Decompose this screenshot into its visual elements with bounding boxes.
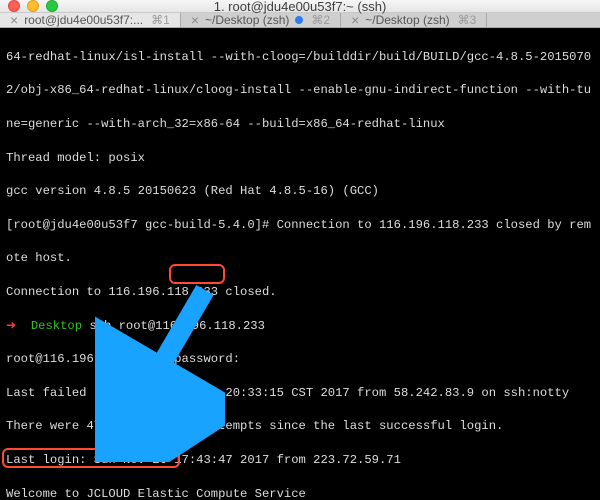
tab-label: ~/Desktop (zsh) <box>365 13 449 27</box>
prompt-command: ssh root@116.196.118.233 <box>82 319 265 333</box>
modified-dot-icon <box>295 16 303 24</box>
terminal-line: Connection to 116.196.118.233 closed. <box>6 284 594 301</box>
tab-3[interactable]: × ~/Desktop (zsh) ⌘3 <box>341 13 487 27</box>
terminal-line: Welcome to JCLOUD Elastic Compute Servic… <box>6 486 594 500</box>
prompt-arrow-icon: ➜ <box>6 319 31 333</box>
terminal-line: Last failed login: Sun Nov 26 20:33:15 C… <box>6 385 594 402</box>
prompt-cwd: Desktop <box>31 319 82 333</box>
tab-2[interactable]: × ~/Desktop (zsh) ⌘2 <box>181 13 341 27</box>
close-tab-icon[interactable]: × <box>10 13 18 27</box>
tabbar: × root@jdu4e00u53f7:... ⌘1 × ~/Desktop (… <box>0 13 600 28</box>
tab-shortcut: ⌘2 <box>311 13 330 27</box>
tab-shortcut: ⌘1 <box>151 13 170 27</box>
terminal[interactable]: 64-redhat-linux/isl-install --with-cloog… <box>0 28 600 500</box>
terminal-line: 2/obj-x86_64-redhat-linux/cloog-install … <box>6 82 594 99</box>
tab-label: root@jdu4e00u53f7:... <box>24 13 143 27</box>
titlebar: 1. root@jdu4e00u53f7:~ (ssh) <box>0 0 600 13</box>
annotation-highlight-cmd <box>169 264 225 284</box>
terminal-line: root@116.196.118.233's password: <box>6 351 594 368</box>
terminal-line: Last login: Sun Nov 26 17:43:47 2017 fro… <box>6 452 594 469</box>
close-tab-icon[interactable]: × <box>191 13 199 27</box>
tab-1[interactable]: × root@jdu4e00u53f7:... ⌘1 <box>0 13 181 27</box>
terminal-line: ne=generic --with-arch_32=x86-64 --build… <box>6 116 594 133</box>
terminal-line: Thread model: posix <box>6 150 594 167</box>
window-title: 1. root@jdu4e00u53f7:~ (ssh) <box>0 0 600 14</box>
terminal-line: [root@jdu4e00u53f7 gcc-build-5.4.0]# Con… <box>6 217 594 234</box>
annotation-arrow-icon <box>95 284 225 462</box>
close-tab-icon[interactable]: × <box>351 13 359 27</box>
terminal-line: ote host. <box>6 250 594 267</box>
tab-shortcut: ⌘3 <box>458 13 477 27</box>
terminal-line: 64-redhat-linux/isl-install --with-cloog… <box>6 49 594 66</box>
window: 1. root@jdu4e00u53f7:~ (ssh) × root@jdu4… <box>0 0 600 500</box>
terminal-line: There were 47 failed login attempts sinc… <box>6 418 594 435</box>
terminal-line: ➜ Desktop ssh root@116.196.118.233 <box>6 318 594 335</box>
tab-label: ~/Desktop (zsh) <box>205 13 289 27</box>
terminal-line: gcc version 4.8.5 20150623 (Red Hat 4.8.… <box>6 183 594 200</box>
